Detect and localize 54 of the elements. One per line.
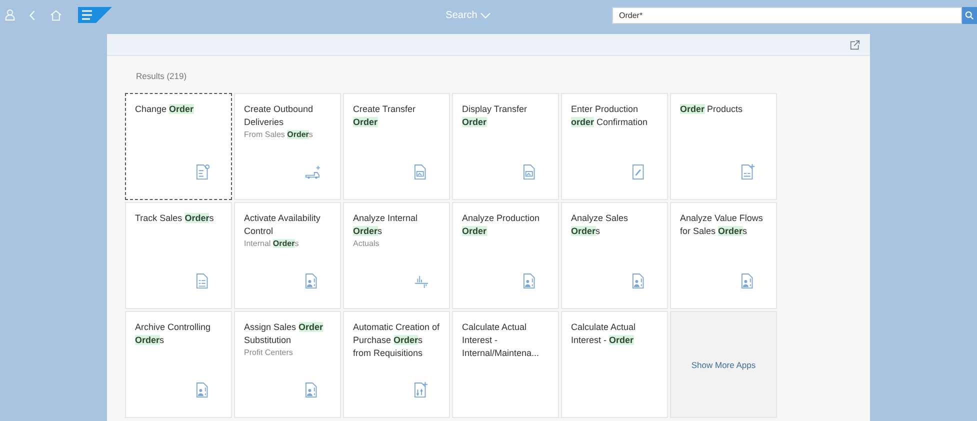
tile-title: Order Products <box>680 103 744 116</box>
app-tile[interactable]: Analyze Value Flows for Sales Orders <box>670 202 777 309</box>
tile-title: Analyze Sales Orders <box>571 212 630 238</box>
app-tile[interactable]: Analyze Sales Orders <box>561 202 668 309</box>
app-tile[interactable]: Calculate Actual Interest - Order <box>561 311 668 418</box>
app-tile[interactable]: Enter Production order Confirmation <box>561 93 668 200</box>
bar-chart-icon <box>414 273 429 289</box>
tile-title: Automatic Creation of Purchase Orders from Requisitions <box>353 321 440 360</box>
tile-title: Create Outbound Deliveries <box>244 103 314 129</box>
document-add-icon <box>414 382 429 398</box>
app-tile[interactable]: Display Transfer Order <box>452 93 559 200</box>
back-icon[interactable] <box>29 10 36 20</box>
app-tile[interactable]: Create Outbound Deliveries From Sales Orders <box>234 93 341 200</box>
app-tile[interactable]: Analyze Internal Orders Actuals <box>343 202 450 309</box>
tile-subtitle: From Sales Orders <box>244 129 314 141</box>
document-add-icon <box>741 164 756 180</box>
document-search-icon <box>196 164 211 180</box>
tile-title: Display Transfer Order <box>462 103 528 129</box>
caret-icon <box>480 12 492 18</box>
show-more-apps-button[interactable]: Show More Apps <box>670 311 777 418</box>
home-icon[interactable] <box>50 10 62 20</box>
app-tile[interactable]: Change Order <box>125 93 232 200</box>
app-tile[interactable]: Calculate Actual Interest - Internal/Maintena... <box>452 311 559 418</box>
user-icon[interactable] <box>5 9 15 21</box>
app-tile[interactable]: Track Sales Orders <box>125 202 232 309</box>
tile-title: Analyze Production Order <box>462 212 541 238</box>
app-tile[interactable]: Assign Sales Order Substitution Profit Centers <box>234 311 341 418</box>
tile-title: Change Order <box>135 103 195 116</box>
results-count: Results (219) <box>136 71 187 83</box>
search-icon <box>965 10 974 20</box>
app-tile[interactable]: Analyze Production Order <box>452 202 559 309</box>
share-icon[interactable] <box>850 40 860 50</box>
search-button[interactable] <box>962 6 977 24</box>
tile-subtitle: Profit Centers <box>244 347 294 359</box>
tile-title: Activate Availability Control <box>244 212 322 238</box>
search-field[interactable]: Order* <box>612 6 962 24</box>
tile-title: Create Transfer Order <box>353 103 417 129</box>
tile-title: Enter Production order Confirmation <box>571 103 649 129</box>
app-tile[interactable]: Create Transfer Order <box>343 93 450 200</box>
tile-title: Analyze Value Flows for Sales Orders <box>680 212 764 238</box>
tile-title: Archive Controlling Orders <box>135 321 212 347</box>
tile-title: Track Sales Orders <box>135 212 215 225</box>
tile-subtitle: Internal Orders <box>244 238 300 250</box>
tile-title: Calculate Actual Interest - Order <box>571 321 637 347</box>
app-tile[interactable]: Order Products <box>670 93 777 200</box>
truck-icon <box>305 164 320 180</box>
app-tile[interactable]: Activate Availability Control Internal Orders <box>234 202 341 309</box>
app-tile[interactable]: Archive Controlling Orders <box>125 311 232 418</box>
tile-title: Analyze Internal Orders <box>353 212 419 238</box>
tile-title: Calculate Actual Interest - Internal/Maintena... <box>462 321 540 360</box>
tile-subtitle: Actuals <box>353 238 380 250</box>
app-tile[interactable]: Automatic Creation of Purchase Orders from Requisitions <box>343 311 450 418</box>
logo[interactable] <box>78 7 112 23</box>
tile-title: Assign Sales Order Substitution <box>244 321 324 347</box>
